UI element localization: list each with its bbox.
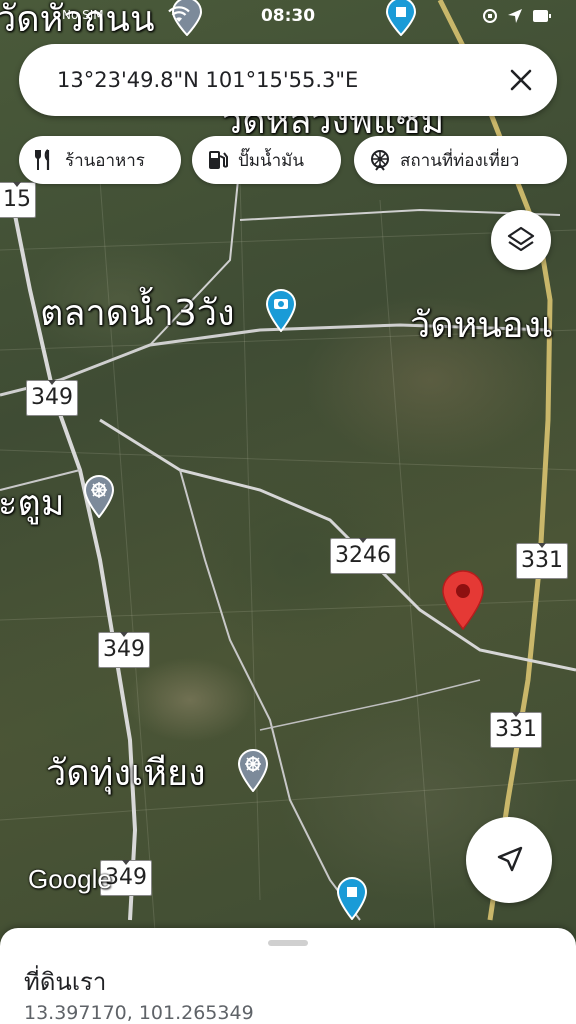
search-bar[interactable]: 13°23'49.8"N 101°15'55.3"E — [19, 44, 557, 116]
location-services-icon — [508, 9, 522, 23]
temple-poi-icon[interactable] — [237, 748, 269, 792]
map-label-tum: ะตูม — [0, 483, 65, 524]
location-pin-icon[interactable] — [441, 570, 485, 630]
google-logo: Google — [28, 864, 112, 894]
drag-handle[interactable] — [268, 940, 308, 946]
layers-icon — [507, 226, 535, 252]
map-label-wat-thung-hiang[interactable]: วัดทุ่งเหียง — [46, 756, 206, 792]
map-label-market[interactable]: ตลาดน้ำ3วัง — [40, 296, 235, 332]
chip-attractions[interactable]: สถานที่ท่องเที่ยว — [354, 136, 567, 184]
orientation-lock-icon — [483, 9, 497, 23]
chip-label: ร้านอาหาร — [65, 150, 145, 171]
map-label-wat-nong: วัดหนองเ — [410, 305, 554, 346]
battery-icon — [533, 10, 551, 22]
chip-restaurants[interactable]: ร้านอาหาร — [19, 136, 181, 184]
place-title: ที่ดินเรา — [24, 968, 107, 996]
route-shield-331: 331 — [516, 543, 568, 579]
place-coordinates: 13.397170, 101.265349 — [24, 1002, 254, 1024]
search-query[interactable]: 13°23'49.8"N 101°15'55.3"E — [57, 68, 358, 92]
route-shield-3246: 3246 — [330, 538, 396, 574]
chip-gas-stations[interactable]: ปั๊มน้ำมัน — [192, 136, 341, 184]
layers-button[interactable] — [491, 210, 551, 270]
place-bottom-sheet[interactable]: ที่ดินเรา 13.397170, 101.265349 — [0, 928, 576, 1024]
gas-station-icon — [209, 151, 228, 169]
chip-label: สถานที่ท่องเที่ยว — [400, 150, 520, 171]
route-shield-349: 349 — [98, 632, 150, 668]
route-shield-331: 331 — [490, 712, 542, 748]
close-icon[interactable] — [507, 66, 535, 94]
restaurant-icon — [35, 149, 50, 170]
route-shield-15: 15 — [0, 182, 36, 218]
attraction-icon — [371, 150, 389, 171]
chip-label: ปั๊มน้ำมัน — [238, 150, 304, 171]
my-location-button[interactable] — [466, 817, 552, 903]
route-shield-349: 349 — [26, 380, 78, 416]
temple-poi-icon[interactable] — [83, 474, 115, 518]
store-poi-icon[interactable] — [336, 876, 368, 920]
camera-poi-icon[interactable] — [265, 288, 297, 332]
status-bar: No SIM 08:30 — [0, 0, 576, 34]
navigation-arrow-icon — [497, 846, 523, 872]
